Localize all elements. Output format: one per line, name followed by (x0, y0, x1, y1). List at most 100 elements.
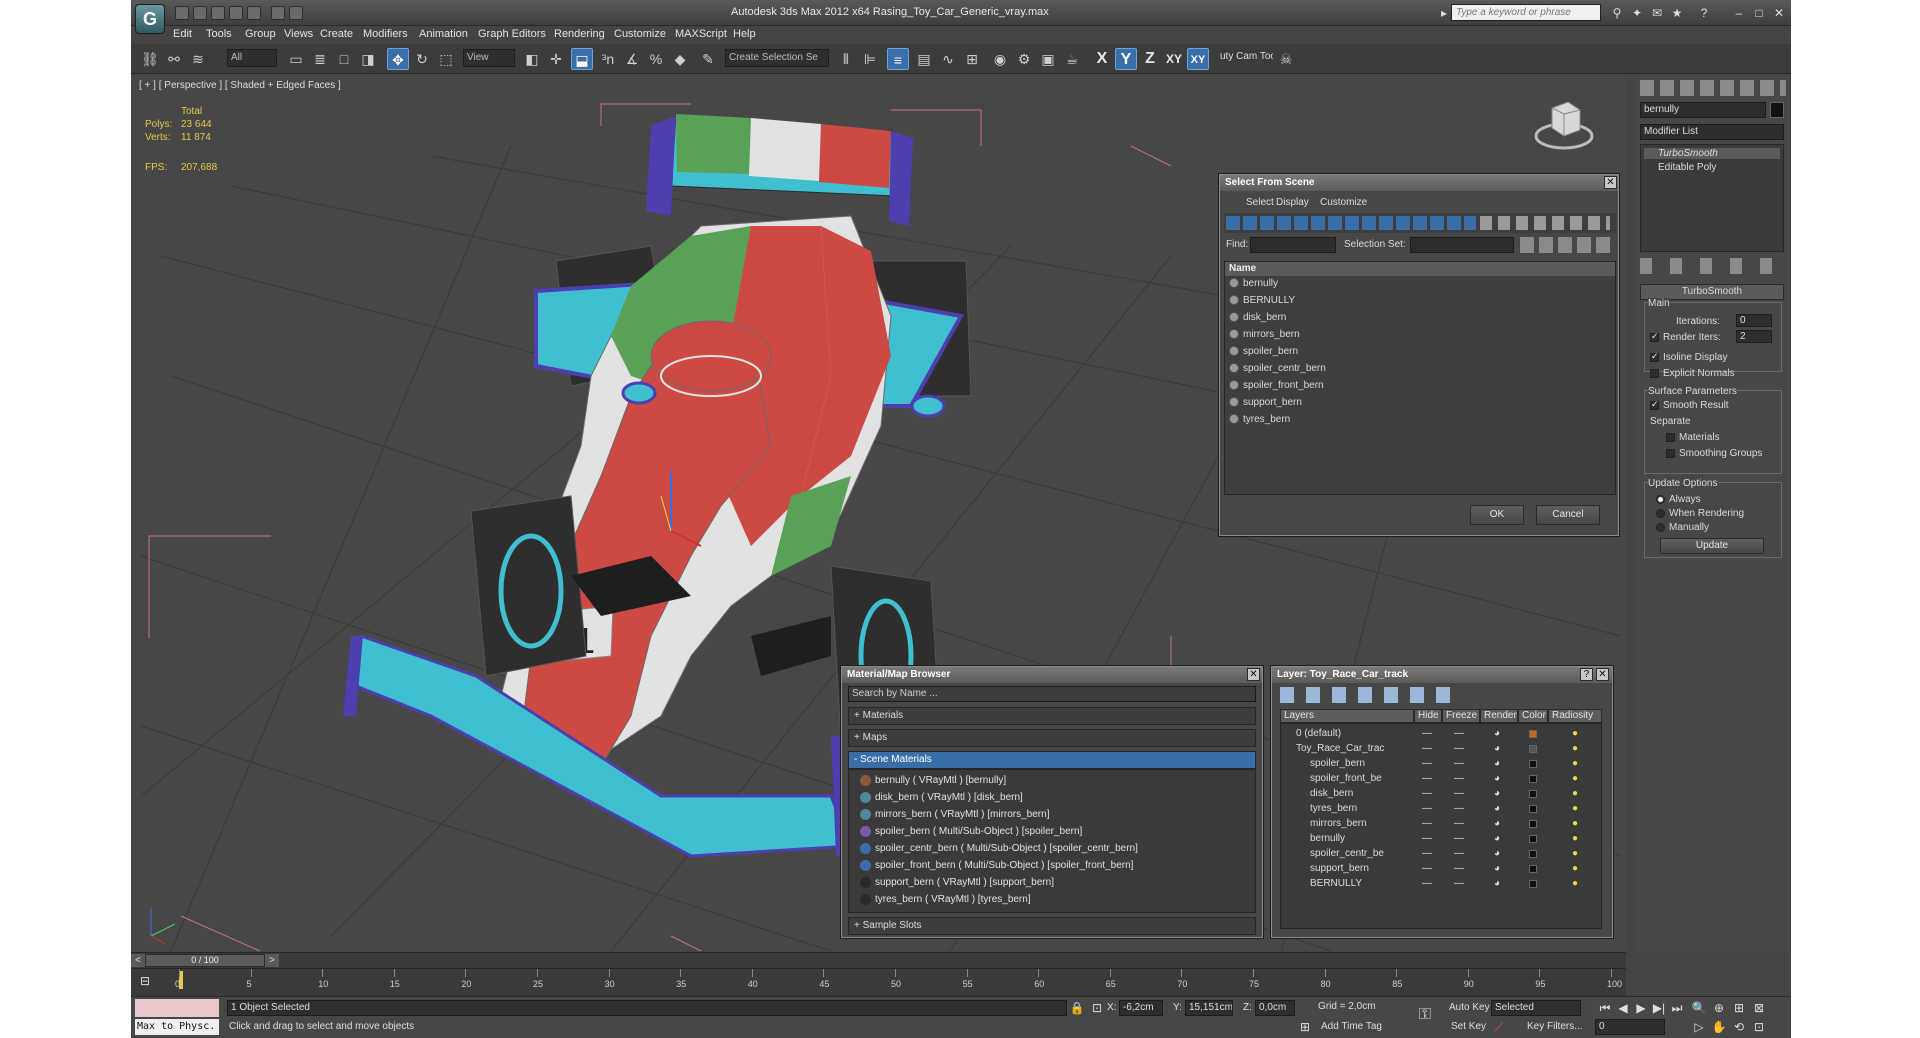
3dsmax-logo-icon[interactable]: G (135, 4, 165, 34)
undo-icon[interactable] (229, 6, 243, 20)
set-key-button[interactable]: Set Key (1451, 1021, 1486, 1032)
play-icon[interactable]: ▶ (1633, 1000, 1649, 1016)
help-icon[interactable]: ? (1696, 6, 1712, 20)
perspective-viewport[interactable]: 1 [ + ] [ Perspective ] [ Shad (131, 76, 1626, 951)
maxscript-input[interactable]: Max to Physc. (135, 1019, 219, 1035)
schematic-view-icon[interactable]: ⊞ (961, 48, 983, 70)
menu-views[interactable]: Views (284, 28, 313, 40)
select-manipulate-icon[interactable]: ✛ (545, 48, 567, 70)
radiosity-icon[interactable]: ● (1572, 817, 1578, 831)
layer-color-swatch[interactable] (1529, 805, 1537, 813)
maximize-icon[interactable]: □ (1751, 6, 1767, 20)
render-toggle[interactable]: ◕ (1494, 832, 1500, 846)
scene-material-item[interactable]: bernully ( VRayMtl ) [bernully] (860, 773, 1006, 789)
scene-material-item[interactable]: support_bern ( VRayMtl ) [support_bern] (860, 875, 1054, 891)
explicit-normals-checkbox[interactable]: Explicit Normals (1650, 368, 1735, 379)
render-setup-icon[interactable]: ⚙ (1013, 48, 1035, 70)
axis-xy-button[interactable]: XY (1163, 48, 1185, 70)
radiosity-icon[interactable]: ● (1572, 802, 1578, 816)
reference-coordinate-dropdown[interactable]: View (463, 49, 515, 67)
layer-color-swatch[interactable] (1529, 730, 1537, 738)
radiosity-icon[interactable]: ● (1572, 832, 1578, 846)
material-browser-close-icon[interactable]: ✕ (1247, 668, 1260, 681)
render-toggle[interactable]: ◕ (1494, 787, 1500, 801)
hide-toggle[interactable]: — (1422, 802, 1432, 816)
isoline-display-checkbox[interactable]: Isoline Display (1650, 351, 1727, 363)
sfs-item[interactable]: spoiler_front_bern (1229, 378, 1324, 394)
hide-toggle[interactable]: — (1422, 877, 1432, 891)
sfs-menu-display[interactable]: Display (1276, 197, 1309, 208)
render-iters-checkbox[interactable]: Render Iters: (1650, 331, 1721, 343)
communication-center-icon[interactable]: ✉ (1649, 6, 1665, 20)
layer-color-swatch[interactable] (1529, 790, 1537, 798)
quick-access-dropdown-icon[interactable] (289, 6, 303, 20)
sfs-item[interactable]: spoiler_centr_bern (1229, 361, 1326, 377)
mb-section-sample-slots[interactable]: + Sample Slots (848, 917, 1256, 935)
menu-customize[interactable]: Customize (614, 28, 666, 40)
pan-icon[interactable]: ✋ (1711, 1019, 1727, 1035)
zoom-icon[interactable]: 🔍 (1691, 1000, 1707, 1016)
time-slider-prev-icon[interactable]: < (131, 954, 145, 967)
scene-material-item[interactable]: spoiler_centr_bern ( Multi/Sub-Object ) … (860, 841, 1138, 857)
menu-modifiers[interactable]: Modifiers (363, 28, 408, 40)
sfs-selection-set-dropdown[interactable] (1410, 237, 1514, 253)
layer-row[interactable]: BERNULLY (1310, 877, 1362, 891)
menu-maxscript[interactable]: MAXScript (675, 28, 727, 40)
current-frame-field[interactable]: 0 (1595, 1019, 1665, 1035)
hide-toggle[interactable]: — (1422, 787, 1432, 801)
render-toggle[interactable]: ◕ (1494, 847, 1500, 861)
key-icon[interactable]: ⚿ (1417, 1007, 1433, 1023)
menu-edit[interactable]: Edit (173, 28, 192, 40)
select-and-scale-icon[interactable]: ⬚ (435, 48, 457, 70)
mb-section-materials[interactable]: + Materials (848, 707, 1256, 725)
hide-toggle[interactable]: — (1422, 832, 1432, 846)
absolute-transform-icon[interactable]: ⊡ (1089, 1000, 1105, 1016)
scene-material-item[interactable]: spoiler_bern ( Multi/Sub-Object ) [spoil… (860, 824, 1082, 840)
binoculars-icon[interactable]: ⚲ (1609, 6, 1625, 20)
time-slider-handle[interactable]: 0 / 100 (145, 954, 265, 967)
search-arrow-icon[interactable]: ▸ (1436, 6, 1452, 20)
percent-snap-icon[interactable]: % (645, 48, 667, 70)
selection-filter-dropdown[interactable]: All (227, 49, 277, 67)
rendered-frame-window-icon[interactable]: ▣ (1037, 48, 1059, 70)
sfs-item[interactable]: mirrors_bern (1229, 327, 1300, 343)
scene-material-item[interactable]: spoiler_front_bern ( Multi/Sub-Object ) … (860, 858, 1133, 874)
x-coordinate-field[interactable]: -6,2cm (1119, 1000, 1163, 1016)
axis-z-button[interactable]: Z (1139, 48, 1161, 70)
freeze-toggle[interactable]: — (1454, 742, 1464, 756)
update-when-rendering-radio[interactable]: When Rendering (1656, 508, 1744, 519)
layer-color-swatch[interactable] (1529, 865, 1537, 873)
link-icon[interactable]: ⛓ (139, 48, 161, 70)
radiosity-icon[interactable]: ● (1572, 847, 1578, 861)
scene-material-item[interactable]: mirrors_bern ( VRayMtl ) [mirrors_bern] (860, 807, 1049, 823)
material-search-input[interactable]: Search by Name ... (848, 686, 1256, 702)
sfs-column-name[interactable]: Name (1225, 262, 1615, 276)
layer-row[interactable]: support_bern (1310, 862, 1369, 876)
pivot-center-icon[interactable]: ◧ (521, 48, 543, 70)
menu-tools[interactable]: Tools (206, 28, 232, 40)
hide-toggle[interactable]: — (1422, 727, 1432, 741)
sfs-cancel-button[interactable]: Cancel (1536, 505, 1600, 525)
viewcube-icon[interactable] (1534, 94, 1594, 154)
mirror-icon[interactable]: ⫴ (835, 48, 857, 70)
freeze-toggle[interactable]: — (1454, 727, 1464, 741)
update-always-radio[interactable]: Always (1656, 494, 1701, 505)
radiosity-icon[interactable]: ● (1572, 727, 1578, 741)
graphite-ribbon-icon[interactable]: ▤ (913, 48, 935, 70)
fov-icon[interactable]: ▷ (1691, 1019, 1707, 1035)
layer-row[interactable]: Toy_Race_Car_trac (1296, 742, 1384, 756)
layer-row[interactable]: spoiler_front_be (1310, 772, 1382, 786)
sfs-item[interactable]: BERNULLY (1229, 293, 1295, 309)
project-folder-icon[interactable] (271, 6, 285, 20)
select-object-icon[interactable]: ▭ (285, 48, 307, 70)
sfs-item[interactable]: bernully (1229, 276, 1278, 292)
save-file-icon[interactable] (211, 6, 225, 20)
align-icon[interactable]: ⊫ (859, 48, 881, 70)
render-toggle[interactable]: ◕ (1494, 772, 1500, 786)
time-tag-icon[interactable]: ⊞ (1297, 1019, 1313, 1035)
smooth-result-checkbox[interactable]: Smooth Result (1650, 399, 1729, 411)
radiosity-icon[interactable]: ● (1572, 757, 1578, 771)
favorites-icon[interactable]: ★ (1669, 6, 1685, 20)
select-from-scene-close-icon[interactable]: ✕ (1604, 176, 1617, 189)
redo-icon[interactable] (247, 6, 261, 20)
